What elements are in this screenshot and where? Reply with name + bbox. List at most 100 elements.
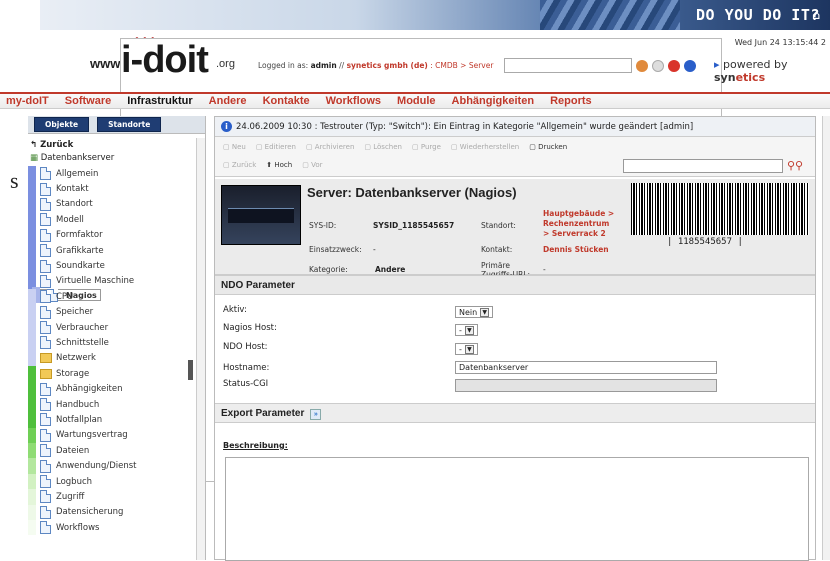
logout-icon[interactable]: [668, 60, 680, 72]
action-icon: ▢: [302, 161, 312, 169]
action-bar: ▢ Neu ▢ Editieren ▢ Archivieren ▢ Löschen ▢ …: [215, 137, 815, 177]
sidebar-item[interactable]: Formfaktor: [28, 227, 196, 243]
sidebar-item[interactable]: Grafikkarte: [28, 242, 196, 259]
beschreibung-textarea[interactable]: [225, 457, 809, 561]
sidebar-item[interactable]: Verbraucher: [28, 319, 196, 336]
sidebar-item-label: Anwendung/Dienst: [56, 461, 137, 472]
action-hoch[interactable]: ⬆ Hoch: [266, 161, 292, 169]
sidebar-item[interactable]: Dateien: [28, 443, 196, 459]
menu-workflows[interactable]: Workflows: [326, 95, 381, 107]
document-icon: [40, 259, 51, 273]
filter-input[interactable]: [623, 159, 783, 173]
login-path[interactable]: : CMDB > Server: [430, 61, 493, 70]
back-link[interactable]: ↰ Zurück: [28, 140, 196, 153]
kategorie-value: Andere: [375, 265, 406, 274]
menu-andere[interactable]: Andere: [209, 95, 247, 107]
chevron-down-icon: ▼: [464, 344, 474, 354]
sidebar-splitter[interactable]: [188, 360, 193, 380]
hostname-input[interactable]: Datenbankserver: [455, 361, 717, 374]
ndo-host-label: NDO Host:: [223, 342, 268, 352]
home-icon[interactable]: ⌂: [812, 8, 828, 24]
chevron-down-icon: ▼: [464, 325, 474, 335]
category-color-bar: [28, 196, 36, 213]
menu-reports[interactable]: Reports: [550, 95, 592, 107]
sidebar-item-label: Logbuch: [56, 476, 93, 487]
action-icon: ▢: [223, 161, 232, 169]
document-icon: [40, 413, 51, 427]
sidebar-item-label: Grafikkarte: [56, 245, 104, 256]
category-color-bar: [28, 258, 36, 274]
sidebar-item[interactable]: Virtuelle Maschine: [28, 273, 196, 290]
sidebar-item[interactable]: Handbuch: [28, 396, 196, 413]
action-editieren: ▢ Editieren: [256, 143, 296, 151]
action-wiederherstellen: ▢ Wiederherstellen: [451, 143, 519, 151]
menu-software[interactable]: Software: [65, 95, 111, 107]
sidebar-item[interactable]: Wartungsvertrag: [28, 427, 196, 444]
login-user[interactable]: admin: [311, 61, 337, 70]
action-drucken[interactable]: ▢ Drucken: [529, 143, 567, 151]
sidebar-scrollbar[interactable]: [196, 138, 205, 560]
expand-icon[interactable]: »: [310, 409, 322, 420]
sidebar-item[interactable]: Workflows: [28, 519, 196, 536]
filter-icon[interactable]: ⚲⚲: [787, 159, 803, 172]
nagios-host-select[interactable]: - ▼: [455, 324, 478, 336]
sidebar-item[interactable]: Soundkarte: [28, 258, 196, 274]
category-color-bar: [28, 212, 36, 228]
document-icon: [40, 490, 51, 504]
sysid-value: SYSID_1185545657: [373, 221, 455, 230]
menu-module[interactable]: Module: [397, 95, 436, 107]
tab-objekte[interactable]: Objekte: [34, 117, 90, 132]
sidebar-item[interactable]: Zugriff: [28, 489, 196, 505]
sidebar-item-label: Workflows: [56, 522, 100, 533]
document-icon: [40, 382, 51, 396]
sidebar-item-label: Dateien: [56, 445, 90, 456]
document-icon: [40, 428, 51, 442]
sidebar-item[interactable]: Allgemein: [28, 166, 196, 182]
menu-abhaengigkeiten[interactable]: Abhängigkeiten: [452, 95, 535, 107]
sidebar-item-label: Schnittstelle: [56, 337, 109, 348]
sidebar-item-label: Wartungsvertrag: [56, 430, 128, 441]
standort-line1[interactable]: Hauptgebäude >: [543, 209, 614, 218]
search-input[interactable]: [504, 58, 632, 73]
sidebar-item[interactable]: Netzwerk: [28, 350, 196, 367]
sidebar-item[interactable]: Storage: [28, 366, 196, 382]
sidebar-item[interactable]: Abhängigkeiten: [28, 381, 196, 397]
action-neu: ▢ Neu: [223, 143, 246, 151]
menu-kontakte[interactable]: Kontakte: [263, 95, 310, 107]
tree-root[interactable]: ▦ Datenbankserver: [28, 153, 196, 166]
sidebar-item[interactable]: Anwendung/Dienst: [28, 458, 196, 474]
standort-line3[interactable]: > Serverrack 2: [543, 229, 606, 238]
standort-line2[interactable]: Rechenzentrum: [543, 219, 609, 228]
sidebar-item[interactable]: Schnittstelle: [28, 335, 196, 351]
sidebar-item-label: Netzwerk: [56, 353, 96, 364]
sidebar-item[interactable]: Logbuch: [28, 473, 196, 490]
kontakt-value[interactable]: Dennis Stücken: [543, 245, 609, 254]
sidebar-tabs: Objekte Standorte: [28, 116, 205, 134]
category-color-bar: [28, 473, 36, 490]
url-value: -: [543, 265, 546, 274]
category-color-bar: [28, 319, 36, 336]
sidebar-item[interactable]: Speicher: [28, 304, 196, 320]
powered-by[interactable]: ▸ powered by synetics: [714, 58, 830, 84]
object-title: Server: Datenbankserver (Nagios): [307, 185, 517, 200]
help-icon[interactable]: [684, 60, 696, 72]
sidebar-item[interactable]: Modell: [28, 212, 196, 228]
settings-icon[interactable]: [652, 60, 664, 72]
sidebar-item[interactable]: Kontakt: [28, 181, 196, 197]
sidebar-item[interactable]: Standort: [28, 196, 196, 213]
sidebar-item[interactable]: Datensicherung: [28, 504, 196, 520]
sidebar-item[interactable]: CPU: [28, 289, 196, 305]
tab-standorte[interactable]: Standorte: [97, 117, 162, 132]
user-icon[interactable]: [636, 60, 648, 72]
sidebar-item-label: Notfallplan: [56, 414, 103, 425]
sidebar-item[interactable]: Notfallplan: [28, 412, 196, 428]
aktiv-select[interactable]: Nein ▼: [455, 306, 494, 318]
ndo-host-select[interactable]: - ▼: [455, 343, 478, 355]
login-company[interactable]: synetics gmbh (de): [347, 61, 428, 70]
main-scrollbar[interactable]: [822, 116, 830, 560]
action-label: Archivieren: [314, 143, 355, 151]
menu-my-doit[interactable]: my-doIT: [6, 95, 49, 107]
server-icon: ▦: [30, 153, 39, 163]
menu-infrastruktur[interactable]: Infrastruktur: [127, 95, 192, 107]
action-label: Wiederherstellen: [459, 143, 520, 151]
